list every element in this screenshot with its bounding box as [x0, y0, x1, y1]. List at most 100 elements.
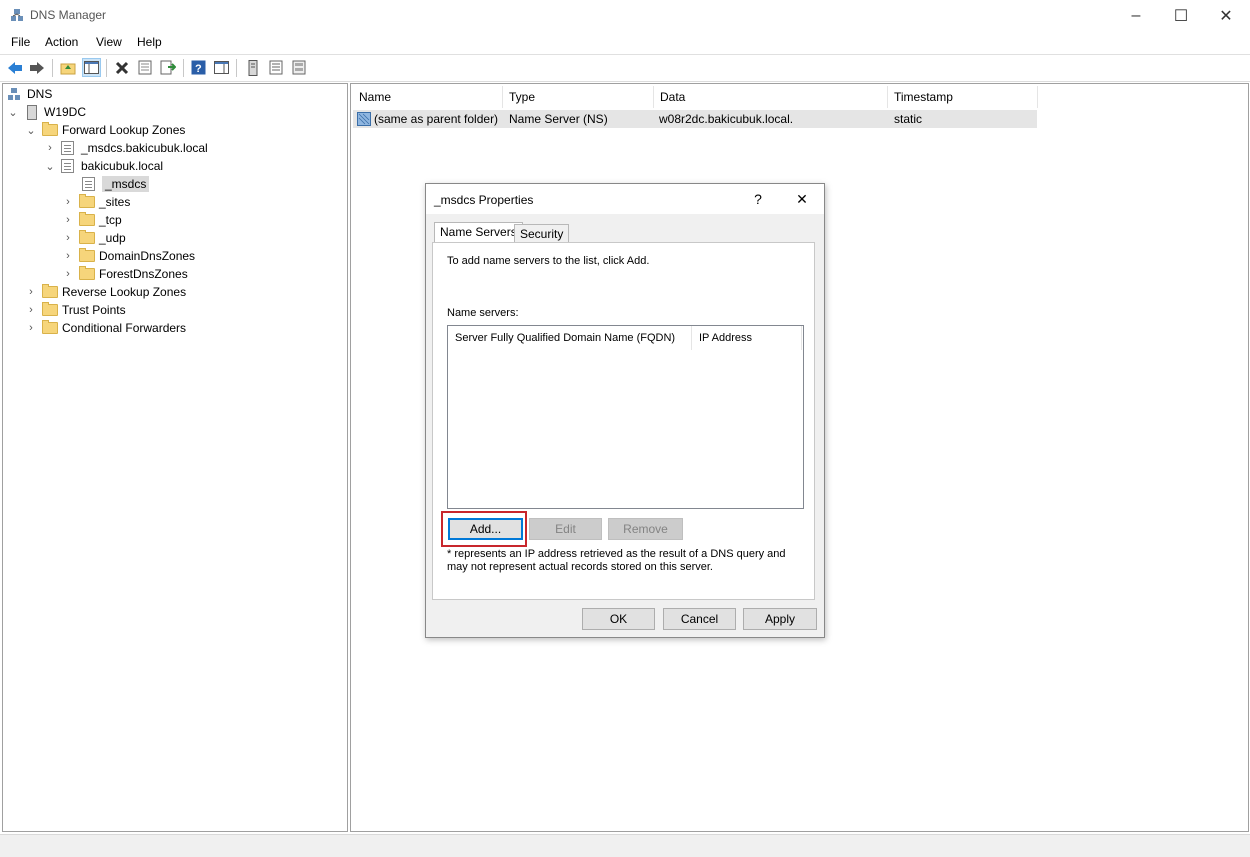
column-header-name[interactable]: Name — [353, 86, 503, 108]
tree-item-dns[interactable]: DNS — [7, 85, 52, 103]
column-header-timestamp[interactable]: Timestamp — [888, 86, 1038, 108]
zone-icon — [82, 177, 98, 191]
chevron-right-icon[interactable]: › — [25, 304, 37, 316]
tree-item-bakicubuk-local[interactable]: ⌄ bakicubuk.local — [44, 157, 163, 175]
records-view-icon[interactable] — [289, 58, 308, 77]
chevron-right-icon[interactable]: › — [62, 250, 74, 262]
tree-item-domaindnszones[interactable]: › DomainDnsZones — [62, 247, 195, 265]
tree-item-forestdnszones[interactable]: › ForestDnsZones — [62, 265, 188, 283]
tree-item-tcp[interactable]: › _tcp — [62, 211, 122, 229]
chevron-right-icon[interactable]: › — [62, 232, 74, 244]
dialog-help-button[interactable]: ? — [740, 184, 776, 214]
chevron-down-icon[interactable]: ⌄ — [25, 124, 37, 137]
tree-item-conditional-forwarders[interactable]: › Conditional Forwarders — [25, 319, 186, 337]
name-servers-list[interactable]: Server Fully Qualified Domain Name (FQDN… — [447, 325, 804, 509]
chevron-right-icon[interactable]: › — [62, 214, 74, 226]
record-icon — [357, 112, 371, 126]
record-name: (same as parent folder) — [374, 112, 499, 126]
tree-item-msdcs-zone[interactable]: › _msdcs.bakicubuk.local — [44, 139, 208, 157]
record-type: Name Server (NS) — [509, 112, 608, 126]
tree-item-sites[interactable]: › _sites — [62, 193, 130, 211]
help-icon[interactable]: ? — [189, 58, 208, 77]
properties-icon[interactable] — [135, 58, 154, 77]
dns-query-note: * represents an IP address retrieved as … — [447, 548, 786, 573]
column-header-fqdn[interactable]: Server Fully Qualified Domain Name (FQDN… — [448, 326, 692, 350]
cancel-button[interactable]: Cancel — [663, 608, 736, 630]
chevron-right-icon[interactable]: › — [25, 286, 37, 298]
folder-icon — [42, 320, 58, 335]
menu-view[interactable]: View — [96, 35, 122, 49]
folder-icon — [79, 248, 95, 263]
menu-file[interactable]: File — [11, 35, 30, 49]
list-view-icon[interactable] — [266, 58, 285, 77]
server-icon[interactable] — [243, 58, 262, 77]
console-tree: DNS ⌄ W19DC ⌄ Forward Lookup Zones › _ms… — [2, 83, 348, 832]
folder-icon — [42, 284, 58, 299]
tree-label: Reverse Lookup Zones — [62, 285, 187, 299]
title-bar: DNS Manager – ☐ ✕ — [0, 0, 1250, 31]
tree-item-reverse-lookup-zones[interactable]: › Reverse Lookup Zones — [25, 283, 186, 301]
tree-item-msdcs[interactable]: _msdcs — [80, 175, 150, 193]
tree-label: Trust Points — [62, 303, 126, 317]
close-button[interactable]: ✕ — [1203, 0, 1249, 31]
tree-item-udp[interactable]: › _udp — [62, 229, 126, 247]
chevron-down-icon[interactable]: ⌄ — [7, 106, 19, 119]
dns-icon — [7, 87, 23, 101]
menu-bar: File Action View Help — [0, 31, 1250, 53]
chevron-right-icon[interactable]: › — [44, 142, 56, 154]
tree-item-forward-lookup-zones[interactable]: ⌄ Forward Lookup Zones — [25, 121, 185, 139]
folder-icon — [79, 266, 95, 281]
apply-button[interactable]: Apply — [743, 608, 817, 630]
zone-icon — [61, 159, 77, 173]
column-header-type[interactable]: Type — [503, 86, 654, 108]
tree-label: Forward Lookup Zones — [62, 123, 186, 137]
show-action-pane-icon[interactable] — [212, 58, 231, 77]
folder-icon — [79, 230, 95, 245]
svg-text:?: ? — [195, 63, 202, 75]
dialog-title-bar: _msdcs Properties ? ✕ — [426, 184, 824, 214]
folder-icon — [42, 122, 58, 137]
forward-icon[interactable] — [27, 58, 46, 77]
column-header-ip-address[interactable]: IP Address — [692, 326, 802, 350]
back-icon[interactable] — [5, 58, 24, 77]
tree-label: W19DC — [44, 105, 87, 119]
ok-button[interactable]: OK — [582, 608, 655, 630]
tree-label: DNS — [27, 87, 53, 101]
up-folder-icon[interactable] — [58, 58, 77, 77]
name-servers-label: Name servers: — [447, 307, 519, 319]
zone-icon — [61, 141, 77, 155]
dialog-title: _msdcs Properties — [434, 193, 534, 207]
record-data: w08r2dc.bakicubuk.local. — [659, 112, 794, 126]
chevron-down-icon[interactable]: ⌄ — [44, 160, 56, 173]
tree-item-server[interactable]: ⌄ W19DC — [7, 103, 86, 121]
tree-label: _tcp — [99, 213, 122, 227]
show-hide-console-tree-icon[interactable] — [82, 58, 101, 77]
remove-button[interactable]: Remove — [608, 518, 683, 540]
menu-action[interactable]: Action — [45, 35, 78, 49]
minimize-button[interactable]: – — [1113, 0, 1159, 31]
maximize-button[interactable]: ☐ — [1158, 0, 1204, 31]
tree-label: ForestDnsZones — [99, 267, 188, 281]
chevron-right-icon[interactable]: › — [25, 322, 37, 334]
menu-help[interactable]: Help — [137, 35, 162, 49]
tree-label: bakicubuk.local — [81, 159, 164, 173]
status-bar — [0, 834, 1250, 857]
tree-label: _udp — [99, 231, 126, 245]
edit-button[interactable]: Edit — [529, 518, 602, 540]
export-list-icon[interactable] — [158, 58, 177, 77]
delete-icon[interactable] — [112, 58, 131, 77]
tree-item-trust-points[interactable]: › Trust Points — [25, 301, 126, 319]
column-header-data[interactable]: Data — [654, 86, 888, 108]
tree-label: _msdcs — [102, 176, 150, 192]
folder-icon — [79, 212, 95, 227]
dialog-close-button[interactable]: ✕ — [784, 184, 820, 214]
tab-name-servers[interactable]: Name Servers — [434, 222, 523, 243]
intro-text: To add name servers to the list, click A… — [447, 255, 650, 267]
chevron-right-icon[interactable]: › — [62, 196, 74, 208]
chevron-right-icon[interactable]: › — [62, 268, 74, 280]
tree-label: Conditional Forwarders — [62, 321, 187, 335]
properties-dialog: _msdcs Properties ? ✕ Name Servers Secur… — [425, 183, 825, 638]
add-button[interactable]: Add... — [448, 518, 523, 540]
folder-icon — [79, 194, 95, 209]
tab-security[interactable]: Security — [514, 224, 570, 243]
